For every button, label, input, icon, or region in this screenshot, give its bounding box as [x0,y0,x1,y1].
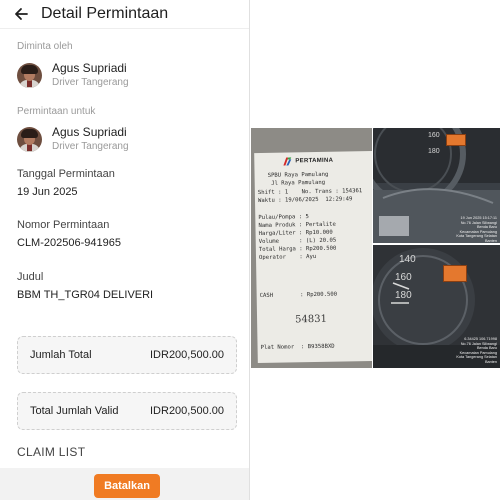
receipt-brand: PERTAMINA [295,157,334,165]
recipient-role: Driver Tangerang [52,141,129,152]
cancel-button[interactable]: Batalkan [94,474,160,498]
requester-role: Driver Tangerang [52,77,129,88]
gauge-label: 140 [399,254,416,265]
page-title: Detail Permintaan [41,4,169,22]
total-amount-card: Jumlah Total IDR200,500.00 [17,336,237,374]
receipt-line: Harga/Liter : Rp10.000 [258,229,333,237]
gauge-label: 180 [428,148,440,155]
requester-name: Agus Supriadi [52,61,127,75]
receipt-line: Volume : (L) 20.05 [258,237,337,245]
receipt-line: Total Harga : Rp200.500 [258,245,337,253]
valid-amount-label: Total Jumlah Valid [30,405,119,417]
gauge-label: 160 [428,132,440,139]
avatar [17,62,42,88]
dashboard-photo-bottom[interactable]: 140 160 180 6.34425 106.71998 No.76 Jala… [373,245,500,368]
valid-amount-card: Total Jumlah Valid IDR200,500.00 [17,392,237,430]
gauge-label: 160 [395,272,412,283]
request-number-value: CLM-202506-941965 [17,237,121,249]
request-detail-screen: Detail Permintaan Diminta oleh Agus Supr… [0,0,249,500]
total-amount-value: IDR200,500.00 [150,349,224,361]
header-divider [0,28,249,29]
recipient-card: Agus Supriadi Driver Tangerang [17,124,129,154]
odometer-display [446,134,466,146]
receipt-line: Pulau/Pompa : 5 [258,214,309,222]
handwritten-note: 54831 [294,313,327,326]
photo-location-stamp: 19 Jun 2025 15:17:11 No.76 Jalan Siliwan… [456,216,497,243]
receipt-line: Jl Raya Pamulang [257,179,326,188]
app-header: Detail Permintaan [0,0,249,27]
requested-by-label: Diminta oleh [17,41,73,52]
requester-card: Agus Supriadi Driver Tangerang [17,60,129,90]
receipt-paper: PERTAMINA SPBU Raya Pamulang Jl Raya Pam… [254,150,372,364]
gauge-label: 180 [395,290,412,301]
odometer-display [443,265,467,282]
date-value: 19 Jun 2025 [17,186,78,198]
photo-location-stamp: 6.34425 106.71998 No.76 Jalan Siliwangi … [456,337,497,364]
claim-list-title: CLAIM LIST [17,445,86,459]
pertamina-logo-icon [283,157,292,166]
avatar [17,126,42,152]
date-label: Tanggal Permintaan [17,168,115,180]
title-value: BBM TH_TGR04 DELIVERI [17,289,154,301]
receipt-line: Waktu : 19/06/2025 12:29:49 [257,196,353,205]
receipt-line: SPBU Raya Pamulang [257,171,329,180]
receipt-line: CASH : Rp200.500 [259,291,338,299]
panel-divider [249,0,250,500]
receipt-line: Operator : Ayu [258,253,317,261]
receipt-line: Shift : 1 No. Trans : 154361 [257,188,363,197]
recipient-name: Agus Supriadi [52,125,127,139]
total-amount-label: Jumlah Total [30,349,92,361]
request-number-label: Nomor Permintaan [17,219,110,231]
receipt-line: Plat Nomor : B9358BXD [260,343,335,351]
valid-amount-value: IDR200,500.00 [150,405,224,417]
title-label: Judul [17,271,44,283]
dashboard-photo-top[interactable]: 160 180 19 Jun 2025 15:17:11 No.76 Jalan… [373,128,500,243]
receipt-photo[interactable]: PERTAMINA SPBU Raya Pamulang Jl Raya Pam… [251,128,372,368]
requested-for-label: Permintaan untuk [17,106,96,117]
arrow-left-icon [15,7,28,20]
receipt-line: Nama Produk : Pertalite [258,221,336,229]
back-button[interactable] [10,3,32,25]
